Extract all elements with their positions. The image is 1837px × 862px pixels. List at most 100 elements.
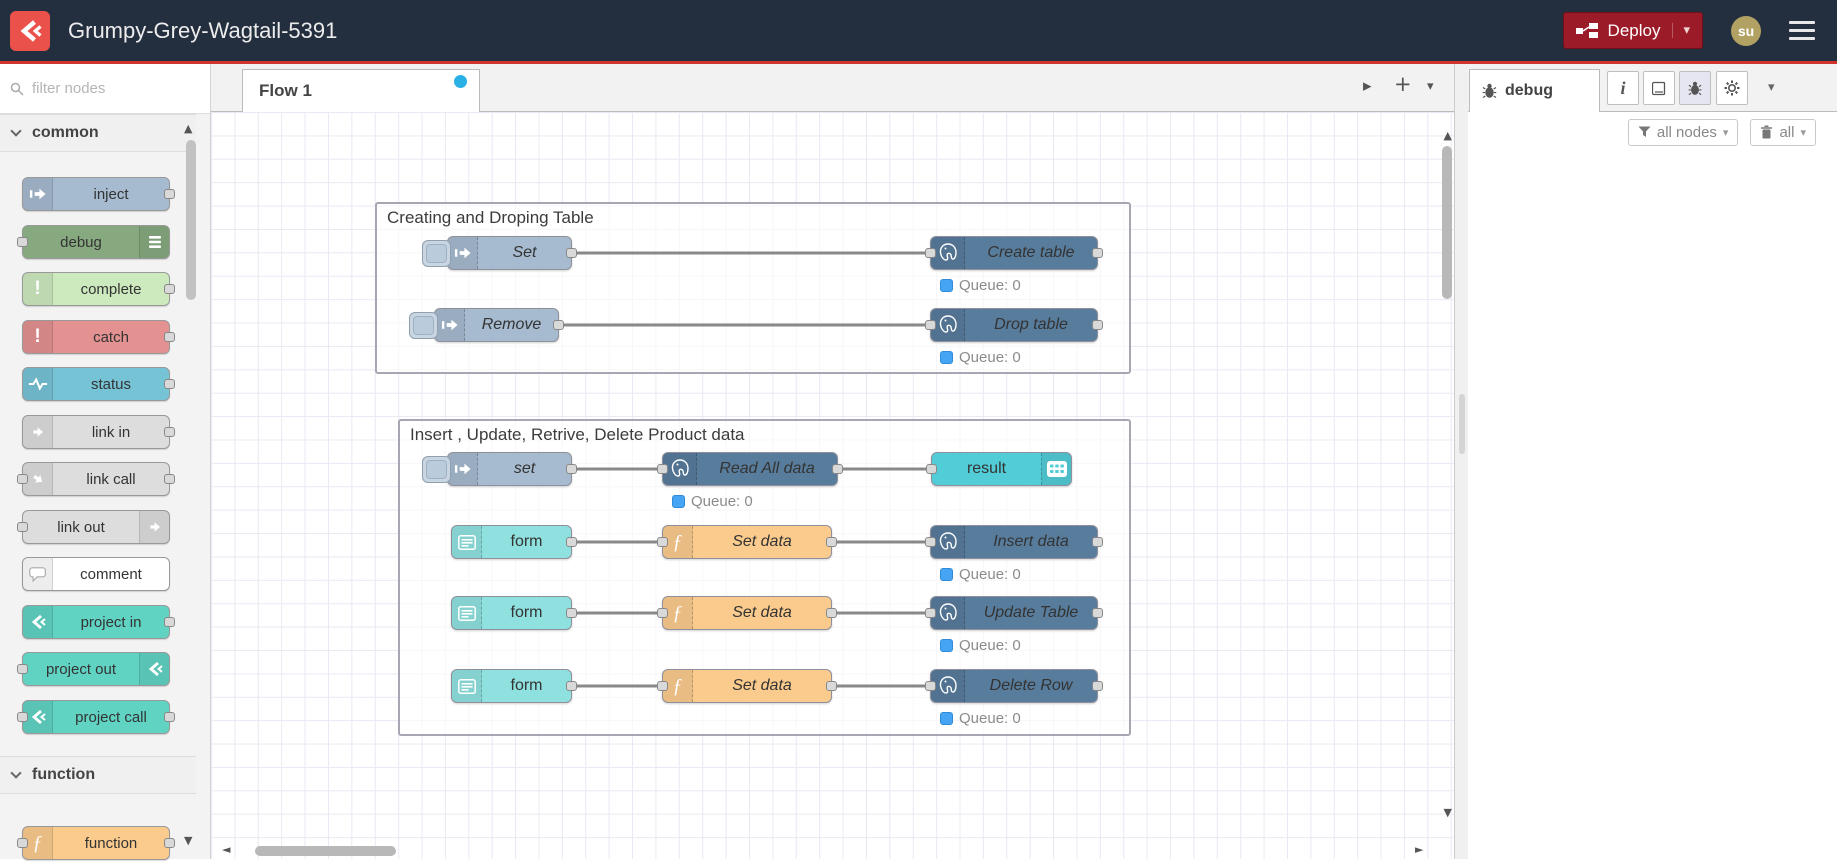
inject-button[interactable]: [409, 312, 438, 339]
canvas-horizontal-scrollbar-thumb[interactable]: [255, 846, 396, 856]
node-postgresql-create-table[interactable]: Create table: [925, 236, 1103, 270]
output-port[interactable]: [566, 681, 577, 691]
node-postgresql-delete-row[interactable]: Delete Row: [925, 669, 1103, 703]
sidebar-menu-caret-icon[interactable]: ▾: [1768, 80, 1775, 95]
config-nodes-tab-button[interactable]: [1716, 71, 1748, 105]
input-port[interactable]: [925, 681, 936, 691]
canvas-scroll-up-icon[interactable]: ▲: [1444, 129, 1452, 142]
output-port[interactable]: [826, 537, 837, 547]
flow-list-menu-icon[interactable]: ▾: [1427, 79, 1434, 94]
debug-message-list[interactable]: [1468, 152, 1837, 859]
palette-node-link-out[interactable]: link out: [17, 510, 170, 544]
output-port[interactable]: [164, 712, 175, 722]
input-port[interactable]: [17, 474, 28, 484]
palette-node-debug[interactable]: debug: [17, 225, 170, 259]
deploy-button[interactable]: Deploy ▾: [1562, 12, 1703, 49]
hamburger-menu-icon[interactable]: [1789, 21, 1815, 40]
node-postgresql-read-all-data[interactable]: Read All data: [657, 452, 843, 486]
node-function-set-data[interactable]: ƒ Set data: [657, 669, 837, 703]
output-port[interactable]: [566, 608, 577, 618]
sidebar-splitter[interactable]: [1454, 64, 1468, 859]
palette-scroll-up-icon[interactable]: ▲: [184, 122, 192, 135]
add-flow-button[interactable]: +: [1394, 72, 1412, 96]
node-form[interactable]: form: [451, 596, 577, 630]
output-port[interactable]: [1092, 608, 1103, 618]
palette-node-catch[interactable]: ! catch: [22, 320, 175, 354]
output-port[interactable]: [553, 320, 564, 330]
output-port[interactable]: [566, 248, 577, 258]
node-table-result[interactable]: result: [926, 452, 1072, 486]
output-port[interactable]: [164, 332, 175, 342]
canvas-scroll-right-icon[interactable]: ►: [1415, 843, 1423, 856]
debug-filter-button[interactable]: all nodes ▾: [1627, 118, 1739, 146]
output-port[interactable]: [164, 189, 175, 199]
canvas-vertical-scrollbar-thumb[interactable]: [1442, 146, 1452, 299]
node-postgresql-update-table[interactable]: Update Table: [925, 596, 1103, 630]
input-port[interactable]: [657, 464, 668, 474]
node-function-set-data[interactable]: ƒ Set data: [657, 596, 837, 630]
palette-scroll-down-icon[interactable]: ▼: [184, 834, 192, 847]
tab-flow-1[interactable]: Flow 1: [242, 69, 480, 112]
node-form[interactable]: form: [451, 525, 577, 559]
palette-node-project-out[interactable]: project out: [17, 652, 170, 686]
output-port[interactable]: [164, 838, 175, 848]
palette-category-function[interactable]: function: [0, 756, 196, 794]
palette-node-link-call[interactable]: link call: [17, 462, 175, 496]
palette-node-inject[interactable]: inject: [22, 177, 175, 211]
node-inject-remove[interactable]: Remove: [409, 308, 564, 342]
palette-category-common[interactable]: common: [0, 114, 196, 152]
output-port[interactable]: [1092, 320, 1103, 330]
output-port[interactable]: [164, 379, 175, 389]
input-port[interactable]: [926, 464, 937, 474]
palette-node-complete[interactable]: ! complete: [22, 272, 175, 306]
palette-node-comment[interactable]: comment: [22, 557, 170, 591]
palette-scrollbar-thumb[interactable]: [186, 140, 196, 300]
output-port[interactable]: [566, 464, 577, 474]
output-port[interactable]: [566, 537, 577, 547]
input-port[interactable]: [17, 522, 28, 532]
output-port[interactable]: [164, 284, 175, 294]
input-port[interactable]: [657, 681, 668, 691]
avatar[interactable]: su: [1731, 15, 1761, 46]
output-port[interactable]: [1092, 537, 1103, 547]
input-port[interactable]: [925, 320, 936, 330]
output-port[interactable]: [826, 608, 837, 618]
input-port[interactable]: [17, 712, 28, 722]
node-postgresql-drop-table[interactable]: Drop table: [925, 308, 1103, 342]
output-port[interactable]: [832, 464, 843, 474]
output-port[interactable]: [1092, 248, 1103, 258]
canvas-scroll-left-icon[interactable]: ◄: [222, 843, 230, 856]
input-port[interactable]: [925, 537, 936, 547]
deploy-caret-icon[interactable]: ▾: [1672, 23, 1690, 38]
palette-node-status[interactable]: status: [22, 367, 175, 401]
splitter-handle[interactable]: [1459, 394, 1465, 454]
input-port[interactable]: [925, 248, 936, 258]
info-tab-button[interactable]: i: [1607, 71, 1639, 105]
output-port[interactable]: [1092, 681, 1103, 691]
debug-clear-button[interactable]: all ▾: [1750, 118, 1816, 146]
tab-debug[interactable]: debug: [1469, 69, 1600, 112]
input-port[interactable]: [657, 537, 668, 547]
input-port[interactable]: [17, 237, 28, 247]
debug-tab-button[interactable]: [1679, 71, 1711, 105]
palette-node-project-in[interactable]: project in: [22, 605, 175, 639]
output-port[interactable]: [826, 681, 837, 691]
tab-scroll-right-icon[interactable]: ▸: [1363, 76, 1372, 96]
input-port[interactable]: [17, 838, 28, 848]
help-tab-button[interactable]: [1643, 71, 1675, 105]
output-port[interactable]: [164, 474, 175, 484]
node-postgresql-insert-data[interactable]: Insert data: [925, 525, 1103, 559]
output-port[interactable]: [164, 617, 175, 627]
input-port[interactable]: [925, 608, 936, 618]
filter-nodes-input[interactable]: [32, 80, 182, 97]
palette-node-project-call[interactable]: project call: [17, 700, 175, 734]
output-port[interactable]: [164, 427, 175, 437]
canvas-scroll-down-icon[interactable]: ▼: [1444, 806, 1452, 819]
flow-canvas[interactable]: Creating and Droping Table Insert , Upda…: [211, 112, 1454, 859]
node-function-set-data[interactable]: ƒ Set data: [657, 525, 837, 559]
node-inject-set[interactable]: Set: [422, 236, 577, 270]
inject-button[interactable]: [422, 456, 451, 483]
palette-node-function[interactable]: ƒ function: [17, 826, 175, 860]
node-form[interactable]: form: [451, 669, 577, 703]
node-inject-set-lower[interactable]: set: [422, 452, 577, 486]
